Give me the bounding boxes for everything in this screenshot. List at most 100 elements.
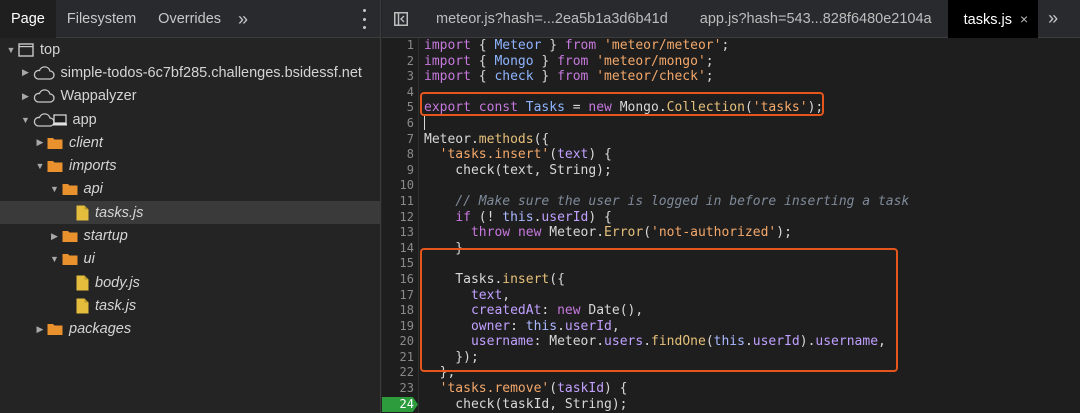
- collapsed-triangle-icon[interactable]: ▶: [19, 91, 33, 102]
- folder-icon: [47, 159, 63, 173]
- code-token: 'meteor/check': [596, 69, 706, 85]
- code-line: },: [424, 365, 1080, 381]
- tab-page[interactable]: Page: [0, 0, 56, 38]
- code-token: username: [815, 334, 879, 350]
- code-token: ;: [721, 38, 730, 53]
- navigator-tabs: Page Filesystem Overrides »: [0, 0, 380, 38]
- tree-item[interactable]: ▼ app: [0, 108, 381, 131]
- code-token: new: [557, 303, 581, 319]
- toggle-navigator-icon[interactable]: [382, 0, 420, 38]
- collapsed-triangle-icon[interactable]: ▶: [33, 137, 47, 148]
- kebab-menu-icon[interactable]: [362, 9, 366, 29]
- line-number[interactable]: 18: [382, 303, 418, 319]
- frame-icon: [18, 42, 34, 57]
- code-token: insert: [502, 271, 550, 287]
- code-line: check(taskId, String);: [424, 397, 1080, 413]
- expanded-triangle-icon[interactable]: ▼: [33, 161, 47, 171]
- line-number[interactable]: 22: [382, 365, 418, 381]
- tab-app-js[interactable]: app.js?hash=543...828f6480e2104a: [684, 0, 948, 38]
- line-number[interactable]: 16: [382, 272, 418, 288]
- expanded-triangle-icon[interactable]: ▼: [48, 184, 62, 194]
- tree-item-label: top: [40, 41, 61, 58]
- code-token: 'tasks.insert': [439, 147, 550, 163]
- line-number[interactable]: 6: [382, 116, 418, 132]
- line-number[interactable]: 15: [382, 256, 418, 272]
- tree-item-label: ui: [83, 251, 95, 268]
- line-number[interactable]: 9: [382, 163, 418, 179]
- code-token: 'not-authorized': [651, 225, 777, 241]
- code-token: userId: [752, 334, 800, 350]
- tab-overrides[interactable]: Overrides: [147, 0, 232, 38]
- expanded-triangle-icon[interactable]: ▼: [4, 45, 18, 55]
- line-number[interactable]: 12: [382, 210, 418, 226]
- line-number[interactable]: 8: [382, 147, 418, 163]
- code-token: findOne: [651, 334, 706, 350]
- tree-item[interactable]: ▶ packages: [0, 318, 381, 341]
- tree-item[interactable]: ▶ startup: [0, 224, 381, 247]
- tree-item[interactable]: body.js: [0, 271, 381, 294]
- line-number[interactable]: 20: [382, 334, 418, 350]
- code-token: Collection: [666, 100, 745, 116]
- line-number[interactable]: 21: [382, 350, 418, 366]
- tree-item[interactable]: task.js: [0, 294, 381, 317]
- line-number[interactable]: 1: [382, 38, 418, 54]
- tree-item[interactable]: ▶ client: [0, 131, 381, 154]
- line-number[interactable]: 11: [382, 194, 418, 210]
- expanded-triangle-icon[interactable]: ▼: [48, 254, 62, 264]
- line-number[interactable]: 14: [382, 241, 418, 257]
- line-number-gutter[interactable]: 1234567891011121314151617181920212223242…: [382, 38, 419, 413]
- expanded-triangle-icon[interactable]: ▼: [19, 115, 33, 125]
- code-token: );: [807, 100, 824, 116]
- collapsed-triangle-icon[interactable]: ▶: [33, 324, 47, 335]
- collapsed-triangle-icon[interactable]: ▶: [48, 231, 62, 242]
- tree-item[interactable]: tasks.js: [0, 201, 381, 225]
- more-editor-tabs-button[interactable]: »: [1038, 8, 1068, 29]
- close-icon[interactable]: ×: [1020, 11, 1028, 27]
- code-token: this: [502, 209, 534, 225]
- tree-item-label: startup: [83, 228, 128, 245]
- line-number[interactable]: 4: [382, 85, 418, 101]
- tab-filesystem[interactable]: Filesystem: [56, 0, 147, 38]
- tree-item[interactable]: ▼ imports: [0, 154, 381, 177]
- code-line: createdAt: new Date(),: [424, 303, 1080, 319]
- collapsed-triangle-icon[interactable]: ▶: [19, 67, 33, 78]
- source-editor: meteor.js?hash=...2ea5b1a3d6b41d app.js?…: [382, 0, 1080, 413]
- more-tabs-button[interactable]: »: [232, 0, 254, 38]
- line-number[interactable]: 3: [382, 69, 418, 85]
- tree-item[interactable]: ▼ ui: [0, 248, 381, 271]
- tree-item-label: tasks.js: [95, 204, 144, 221]
- code-token: methods: [478, 131, 534, 147]
- breakpoint-line-number[interactable]: 24: [382, 396, 418, 413]
- text-cursor: [424, 116, 425, 130]
- code-token: }: [533, 69, 558, 85]
- line-number[interactable]: 5: [382, 100, 418, 116]
- code-lines[interactable]: import { Meteor } from 'meteor/meteor'; i…: [424, 38, 1080, 413]
- line-number[interactable]: 23: [382, 381, 418, 397]
- line-number[interactable]: 2: [382, 54, 418, 70]
- code-token: ;: [705, 53, 714, 69]
- tab-meteor-js[interactable]: meteor.js?hash=...2ea5b1a3d6b41d: [420, 0, 684, 38]
- line-number[interactable]: 17: [382, 288, 418, 304]
- code-token: taskId: [557, 381, 605, 397]
- code-token: =: [564, 100, 589, 116]
- tab-tasks-js[interactable]: tasks.js ×: [947, 0, 1039, 38]
- code-area[interactable]: 1234567891011121314151617181920212223242…: [382, 38, 1080, 413]
- tree-item[interactable]: ▶ Wappalyzer: [0, 85, 381, 108]
- tree-item[interactable]: ▼ top: [0, 38, 381, 61]
- code-line: import { Meteor } from 'meteor/meteor';: [424, 38, 1080, 54]
- line-number[interactable]: 10: [382, 178, 418, 194]
- tree-item[interactable]: ▶ simple-todos-6c7bf285.challenges.bsides…: [0, 61, 381, 84]
- line-number[interactable]: 7: [382, 132, 418, 148]
- code-line: export const Tasks = new Mongo.Collectio…: [424, 100, 1080, 116]
- tree-item[interactable]: ▼ api: [0, 178, 381, 201]
- line-number[interactable]: 19: [382, 319, 418, 335]
- code-token: {: [470, 53, 495, 69]
- tree-item-label: imports: [69, 158, 117, 175]
- line-number[interactable]: 13: [382, 225, 418, 241]
